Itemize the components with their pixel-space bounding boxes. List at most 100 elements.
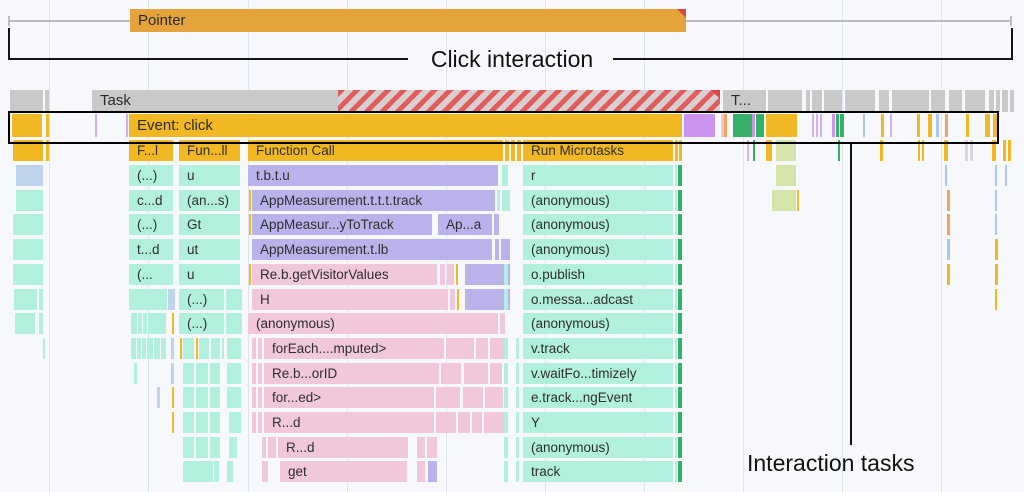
- flame-bar[interactable]: [516, 412, 519, 433]
- flame-bar[interactable]: [678, 214, 682, 235]
- flame-bar[interactable]: [428, 461, 437, 482]
- flame-bar[interactable]: [516, 363, 519, 384]
- flame-bar[interactable]: [879, 90, 889, 112]
- flame-bar[interactable]: [14, 289, 37, 310]
- flame-bar[interactable]: [157, 387, 160, 408]
- flame-bar[interactable]: [196, 363, 208, 384]
- flame-bar[interactable]: [675, 412, 677, 433]
- flame-bar[interactable]: e.track...ngEvent: [523, 387, 673, 408]
- flame-bar[interactable]: [949, 90, 962, 112]
- flame-bar[interactable]: forEach....mputed>: [264, 338, 444, 359]
- flame-bar[interactable]: o.messa...adcast: [523, 289, 673, 310]
- flame-bar[interactable]: [456, 264, 458, 285]
- flame-bar[interactable]: [222, 338, 224, 359]
- flame-bar[interactable]: [845, 90, 875, 112]
- flame-bar[interactable]: [675, 437, 677, 458]
- flame-bar[interactable]: [196, 412, 208, 433]
- flame-bar[interactable]: [183, 363, 194, 384]
- flame-bar[interactable]: r: [523, 165, 673, 186]
- flame-bar[interactable]: [268, 437, 276, 458]
- flame-bar[interactable]: [947, 239, 950, 260]
- flame-bar[interactable]: Re.b.getVisitorValues: [252, 264, 437, 285]
- flame-bar[interactable]: [457, 289, 459, 310]
- flame-bar[interactable]: Ap...a: [438, 214, 492, 235]
- flame-bar[interactable]: [258, 412, 262, 433]
- flame-bar[interactable]: [196, 338, 198, 359]
- flame-bar[interactable]: [258, 363, 262, 384]
- flame-bar[interactable]: [678, 338, 682, 359]
- flame-bar[interactable]: [678, 264, 682, 285]
- flame-bar[interactable]: [249, 214, 251, 235]
- flame-bar[interactable]: [501, 239, 510, 260]
- flame-bar[interactable]: [227, 461, 233, 482]
- flame-bar[interactable]: [183, 461, 213, 482]
- flame-bar[interactable]: [504, 363, 508, 384]
- flame-bar[interactable]: [199, 338, 209, 359]
- flame-bar[interactable]: [43, 338, 45, 359]
- flame-bar[interactable]: [675, 190, 677, 211]
- flame-bar[interactable]: [226, 289, 242, 310]
- flame-bar[interactable]: [996, 90, 1000, 112]
- flame-bar[interactable]: (...): [179, 289, 224, 310]
- flame-bar[interactable]: [1010, 90, 1014, 112]
- flame-bar[interactable]: [504, 437, 508, 458]
- flame-bar[interactable]: [131, 338, 136, 359]
- flame-bar[interactable]: [947, 264, 950, 285]
- flame-bar[interactable]: [675, 387, 677, 408]
- flame-bar[interactable]: [678, 165, 682, 186]
- flame-bar[interactable]: [441, 363, 461, 384]
- flame-bar[interactable]: [678, 289, 682, 310]
- flame-bar[interactable]: [678, 239, 682, 260]
- flame-bar[interactable]: [947, 190, 950, 211]
- flame-bar[interactable]: [249, 190, 251, 211]
- flame-bar[interactable]: [417, 437, 425, 458]
- flame-bar[interactable]: [214, 461, 219, 482]
- flame-bar[interactable]: [675, 461, 677, 482]
- flame-bar[interactable]: [485, 387, 503, 408]
- flame-bar[interactable]: [171, 338, 174, 359]
- flame-bar[interactable]: [10, 90, 43, 112]
- flame-bar[interactable]: [148, 313, 166, 334]
- flame-bar[interactable]: Re.b...orID: [264, 363, 439, 384]
- flame-bar[interactable]: [229, 412, 241, 433]
- flame-bar[interactable]: [16, 165, 43, 186]
- flame-bar[interactable]: [947, 214, 950, 235]
- flame-bar[interactable]: (...): [179, 313, 224, 334]
- flame-bar[interactable]: t.b.t.u: [248, 165, 498, 186]
- flame-bar[interactable]: [227, 387, 241, 408]
- flame-bar[interactable]: [675, 165, 677, 186]
- flame-bar[interactable]: [1002, 90, 1008, 112]
- flame-bar[interactable]: (anonymous): [523, 313, 673, 334]
- flame-bar[interactable]: [678, 387, 682, 408]
- flame-bar[interactable]: [1003, 140, 1006, 161]
- flame-bar[interactable]: [131, 313, 137, 334]
- flame-bar[interactable]: [417, 461, 425, 482]
- task-bar[interactable]: Task: [92, 90, 720, 112]
- flame-bar[interactable]: [447, 264, 454, 285]
- flame-bar[interactable]: [427, 437, 437, 458]
- flame-bar[interactable]: (anonymous): [523, 437, 673, 458]
- flame-bar[interactable]: v.track: [523, 338, 673, 359]
- flame-bar[interactable]: [13, 214, 43, 235]
- flame-bar[interactable]: R...d: [278, 437, 408, 458]
- flame-bar[interactable]: AppMeasur...yToTrack: [252, 214, 432, 235]
- flame-bar[interactable]: [965, 90, 985, 112]
- flame-bar[interactable]: (anonymous): [523, 239, 673, 260]
- flame-bar[interactable]: [675, 338, 677, 359]
- flame-bar[interactable]: [180, 338, 182, 359]
- flame-bar[interactable]: Y: [523, 412, 673, 433]
- flame-bar[interactable]: [504, 461, 508, 482]
- flame-bar[interactable]: for...ed>: [264, 387, 434, 408]
- flame-bar[interactable]: [995, 214, 997, 235]
- flame-bar[interactable]: [945, 165, 947, 186]
- flame-bar[interactable]: [463, 387, 483, 408]
- flame-bar[interactable]: [137, 338, 141, 359]
- task-bar[interactable]: T...: [723, 90, 766, 112]
- flame-bar[interactable]: [171, 363, 174, 384]
- flame-bar[interactable]: [210, 363, 220, 384]
- flame-bar[interactable]: [446, 338, 474, 359]
- flame-bar[interactable]: [989, 90, 994, 112]
- flame-bar[interactable]: [183, 412, 194, 433]
- flame-bar[interactable]: [675, 363, 677, 384]
- flame-bar[interactable]: [675, 214, 677, 235]
